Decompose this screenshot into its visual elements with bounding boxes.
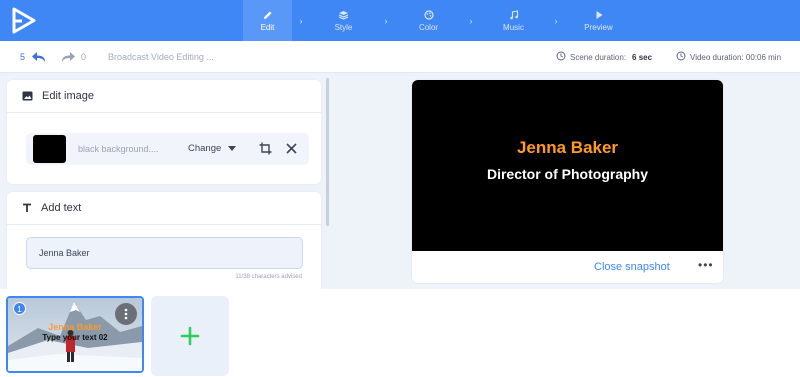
tab-style-label: Style	[334, 23, 353, 32]
redo-count: 0	[81, 52, 87, 62]
panel-scrollbar[interactable]	[326, 78, 329, 226]
edit-image-header: Edit image	[7, 80, 321, 113]
redo-icon[interactable]	[60, 50, 76, 68]
tab-edit[interactable]: Edit	[243, 0, 292, 41]
change-label: Change	[188, 143, 222, 154]
plus-icon	[180, 326, 200, 346]
pencil-icon	[263, 9, 273, 20]
add-text-title: Add text	[41, 202, 82, 214]
text-input[interactable]: Jenna Baker	[26, 237, 303, 269]
video-duration-label: Video duration: 00:06 min	[690, 52, 782, 62]
chevron-right-icon: ›	[469, 15, 473, 26]
remove-image-icon[interactable]	[285, 142, 298, 160]
chevron-right-icon: ›	[384, 15, 388, 26]
layers-icon	[338, 9, 349, 20]
chevron-right-icon: ›	[299, 15, 303, 26]
play-icon	[594, 9, 604, 20]
preview-panel: Jenna Baker Director of Photography Clos…	[412, 80, 723, 283]
add-scene-button[interactable]	[151, 296, 229, 376]
chevron-right-icon: ›	[554, 15, 558, 26]
toolbar: 5 0 Broadcast Video Editing ... Scene du…	[0, 41, 800, 73]
tab-music-label: Music	[503, 23, 524, 32]
undo-icon[interactable]	[31, 50, 47, 68]
music-note-icon	[509, 9, 519, 20]
change-image-dropdown[interactable]: Change	[188, 143, 237, 154]
scene-duration: Scene duration: 6 sec	[556, 51, 652, 63]
edit-image-title: Edit image	[42, 90, 94, 102]
video-duration: Video duration: 00:06 min	[676, 51, 781, 63]
vertical-dots-icon	[124, 308, 128, 320]
scene-duration-value: 6 sec	[632, 52, 653, 62]
palette-icon	[423, 9, 434, 20]
clock-icon	[556, 51, 566, 63]
text-icon	[22, 203, 32, 213]
preview-role-text: Director of Photography	[486, 166, 648, 182]
project-name[interactable]: Broadcast Video Editing ...	[108, 52, 214, 62]
image-thumbnail[interactable]	[33, 135, 66, 163]
undo-count: 5	[20, 52, 26, 62]
scene-menu-button[interactable]	[115, 303, 137, 325]
top-bar: Edit › Style › Color › Music › Preview	[0, 0, 800, 41]
character-hint: 11/38 characters advised	[235, 274, 302, 280]
add-text-card: Add text Jenna Baker 11/38 characters ad…	[7, 192, 321, 302]
step-nav: Edit › Style › Color › Music › Preview	[243, 0, 632, 41]
image-file-name: black background....	[78, 144, 159, 154]
tab-preview[interactable]: Preview	[565, 0, 632, 41]
tab-color-label: Color	[418, 23, 439, 32]
image-row: black background.... Change	[26, 133, 309, 165]
logo-icon[interactable]	[12, 7, 36, 34]
add-text-header: Add text	[7, 192, 321, 225]
scene-number-badge: 1	[13, 302, 26, 315]
scene-duration-label: Scene duration:	[570, 52, 627, 62]
tab-style[interactable]: Style	[310, 0, 377, 41]
preview-name-text: Jenna Baker	[516, 138, 619, 157]
scene-subtitle-text: Type your text 02	[42, 333, 108, 342]
close-snapshot-link[interactable]: Close snapshot	[594, 261, 670, 273]
caret-down-icon	[228, 146, 237, 151]
tab-edit-label: Edit	[260, 23, 275, 32]
image-icon	[22, 91, 33, 101]
crop-icon[interactable]	[259, 142, 272, 160]
tab-music[interactable]: Music	[480, 0, 547, 41]
more-options-icon[interactable]: •••	[698, 258, 714, 272]
tab-color[interactable]: Color	[395, 0, 462, 41]
clock-icon	[676, 51, 686, 63]
edit-image-card: Edit image black background.... Change	[7, 80, 321, 184]
preview-canvas[interactable]: Jenna Baker Director of Photography	[412, 80, 723, 251]
tab-preview-label: Preview	[584, 23, 613, 32]
